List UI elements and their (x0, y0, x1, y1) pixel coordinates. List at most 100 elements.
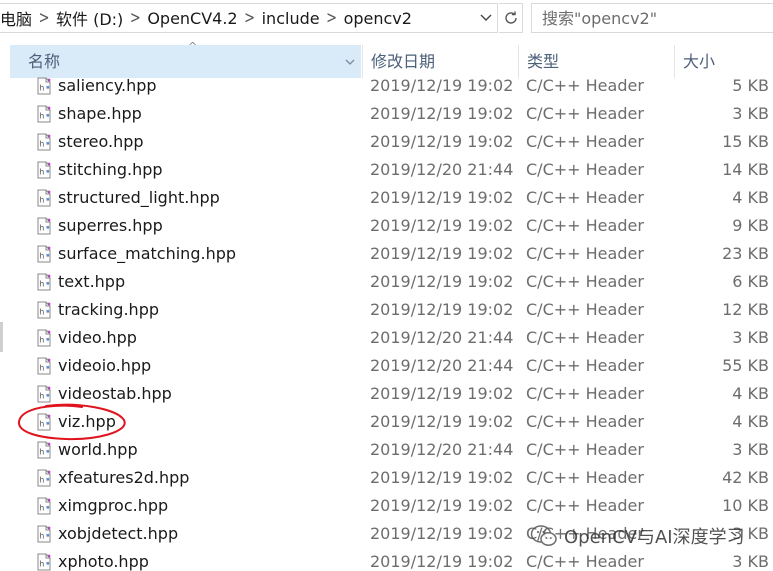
file-name[interactable]: structured_light.hpp (58, 184, 220, 212)
file-row[interactable]: h stitching.hpp 2019/12/20 21:44 C/C++ Head… (0, 156, 773, 184)
refresh-button[interactable] (499, 3, 523, 33)
header-file-icon: h (37, 357, 51, 375)
file-size: 42 KB (722, 468, 769, 487)
svg-text:h: h (39, 364, 44, 373)
file-modified-date: 2019/12/20 21:44 (370, 328, 514, 347)
svg-text:h: h (39, 252, 44, 261)
svg-text:h: h (39, 112, 44, 121)
file-name[interactable]: world.hpp (58, 436, 138, 464)
header-file-icon: h (37, 161, 51, 179)
file-modified-date: 2019/12/19 19:02 (370, 188, 514, 207)
file-size: 6 KB (732, 272, 769, 291)
header-file-icon: h (37, 77, 51, 95)
file-type: C/C++ Header (526, 356, 644, 375)
file-list[interactable]: h saliency.hpp 2019/12/19 19:02 C/C++ Heade… (0, 72, 773, 571)
file-name[interactable]: videostab.hpp (58, 380, 172, 408)
file-type: C/C++ Header (526, 412, 644, 431)
breadcrumb-item-this-pc[interactable]: 电脑 (0, 6, 37, 30)
column-header-type-label: 类型 (527, 52, 560, 71)
file-row[interactable]: h stereo.hpp 2019/12/19 19:02 C/C++ Header 1… (0, 128, 773, 156)
file-row[interactable]: h tracking.hpp 2019/12/19 19:02 C/C++ Heade… (0, 296, 773, 324)
breadcrumb-item-opencv2[interactable]: opencv2 (339, 9, 417, 28)
breadcrumb-item-include[interactable]: include (257, 9, 325, 28)
breadcrumb-separator-icon[interactable]: > (128, 8, 142, 28)
file-name[interactable]: xphoto.hpp (58, 548, 149, 571)
header-file-icon: h (37, 245, 51, 263)
file-size: 10 KB (722, 496, 769, 515)
file-name[interactable]: video.hpp (58, 324, 137, 352)
file-name[interactable]: ximgproc.hpp (58, 492, 168, 520)
header-file-icon: h (37, 385, 51, 403)
address-history-dropdown-button[interactable] (478, 9, 494, 27)
file-type: C/C++ Header (526, 216, 644, 235)
chevron-down-icon (480, 14, 492, 21)
breadcrumb-item-opencv42[interactable]: OpenCV4.2 (142, 9, 242, 28)
file-name[interactable]: surface_matching.hpp (58, 240, 236, 268)
svg-text:h: h (39, 224, 44, 233)
file-row[interactable]: h structured_light.hpp 2019/12/19 19:02 C/C… (0, 184, 773, 212)
column-filter-chevron-icon[interactable] (343, 55, 357, 69)
breadcrumb[interactable]: 电脑 > 软件 (D:) > OpenCV4.2 > include > ope… (0, 3, 498, 33)
file-modified-date: 2019/12/19 19:02 (370, 468, 514, 487)
file-name[interactable]: text.hpp (58, 268, 125, 296)
file-row[interactable]: h videostab.hpp 2019/12/19 19:02 C/C++ Head… (0, 380, 773, 408)
breadcrumb-separator-icon[interactable]: > (325, 8, 339, 28)
refresh-icon (504, 11, 517, 24)
file-name[interactable]: xfeatures2d.hpp (58, 464, 189, 492)
file-modified-date: 2019/12/19 19:02 (370, 524, 514, 543)
file-row[interactable]: h shape.hpp 2019/12/19 19:02 C/C++ Header 3 … (0, 100, 773, 128)
svg-text:h: h (39, 532, 44, 541)
file-modified-date: 2019/12/19 19:02 (370, 496, 514, 515)
column-header-date-label: 修改日期 (371, 52, 436, 71)
file-size: 23 KB (722, 244, 769, 263)
file-type: C/C++ Header (526, 76, 644, 95)
file-type: C/C++ Header (526, 272, 644, 291)
header-file-icon: h (37, 301, 51, 319)
file-row[interactable]: h saliency.hpp 2019/12/19 19:02 C/C++ Heade… (0, 72, 773, 100)
file-row[interactable]: h xphoto.hpp 2019/12/19 19:02 C/C++ Header 3… (0, 548, 773, 571)
file-name[interactable]: shape.hpp (58, 100, 142, 128)
file-row[interactable]: h xfeatures2d.hpp 2019/12/19 19:02 C/C++ He… (0, 464, 773, 492)
file-name[interactable]: saliency.hpp (58, 72, 157, 100)
svg-text:h: h (39, 448, 44, 457)
file-name[interactable]: tracking.hpp (58, 296, 159, 324)
breadcrumb-separator-icon[interactable]: > (37, 8, 51, 28)
file-size: 4 KB (732, 384, 769, 403)
header-file-icon: h (37, 217, 51, 235)
breadcrumb-item-drive[interactable]: 软件 (D:) (51, 6, 128, 30)
svg-text:h: h (39, 336, 44, 345)
breadcrumb-separator-icon[interactable]: > (243, 8, 257, 28)
file-size: 14 KB (722, 160, 769, 179)
file-type: C/C++ Header (526, 328, 644, 347)
file-name[interactable]: xobjdetect.hpp (58, 520, 178, 548)
file-modified-date: 2019/12/19 19:02 (370, 132, 514, 151)
file-row[interactable]: h text.hpp 2019/12/19 19:02 C/C++ Header 6 K… (0, 268, 773, 296)
search-input[interactable] (542, 5, 772, 31)
file-name[interactable]: viz.hpp (58, 408, 116, 436)
file-name[interactable]: stitching.hpp (58, 156, 163, 184)
file-modified-date: 2019/12/19 19:02 (370, 244, 514, 263)
file-size: 9 KB (732, 216, 769, 235)
column-header-size-label: 大小 (683, 52, 716, 71)
file-row[interactable]: h ximgproc.hpp 2019/12/19 19:02 C/C++ Heade… (0, 492, 773, 520)
header-file-icon: h (37, 413, 51, 431)
file-modified-date: 2019/12/19 19:02 (370, 216, 514, 235)
file-type: C/C++ Header (526, 524, 644, 543)
address-bar: 电脑 > 软件 (D:) > OpenCV4.2 > include > ope… (0, 0, 773, 38)
search-box[interactable] (531, 3, 773, 33)
svg-text:h: h (39, 476, 44, 485)
file-row[interactable]: h videoio.hpp 2019/12/20 21:44 C/C++ Header… (0, 352, 773, 380)
file-row[interactable]: h viz.hpp 2019/12/19 19:02 C/C++ Header 4 KB (0, 408, 773, 436)
file-row[interactable]: h superres.hpp 2019/12/19 19:02 C/C++ Heade… (0, 212, 773, 240)
sort-ascending-icon: ^ (188, 40, 198, 53)
file-name[interactable]: superres.hpp (58, 212, 163, 240)
file-name[interactable]: videoio.hpp (58, 352, 151, 380)
file-size: 5 KB (732, 76, 769, 95)
file-row[interactable]: h video.hpp 2019/12/20 21:44 C/C++ Header 3 … (0, 324, 773, 352)
file-name[interactable]: stereo.hpp (58, 128, 144, 156)
file-row[interactable]: h surface_matching.hpp 2019/12/19 19:02 C/C… (0, 240, 773, 268)
file-row[interactable]: h world.hpp 2019/12/20 21:44 C/C++ Header 3 … (0, 436, 773, 464)
file-row[interactable]: h xobjdetect.hpp 2019/12/19 19:02 C/C++ Hea… (0, 520, 773, 548)
file-size: 55 KB (722, 356, 769, 375)
header-file-icon: h (37, 133, 51, 151)
